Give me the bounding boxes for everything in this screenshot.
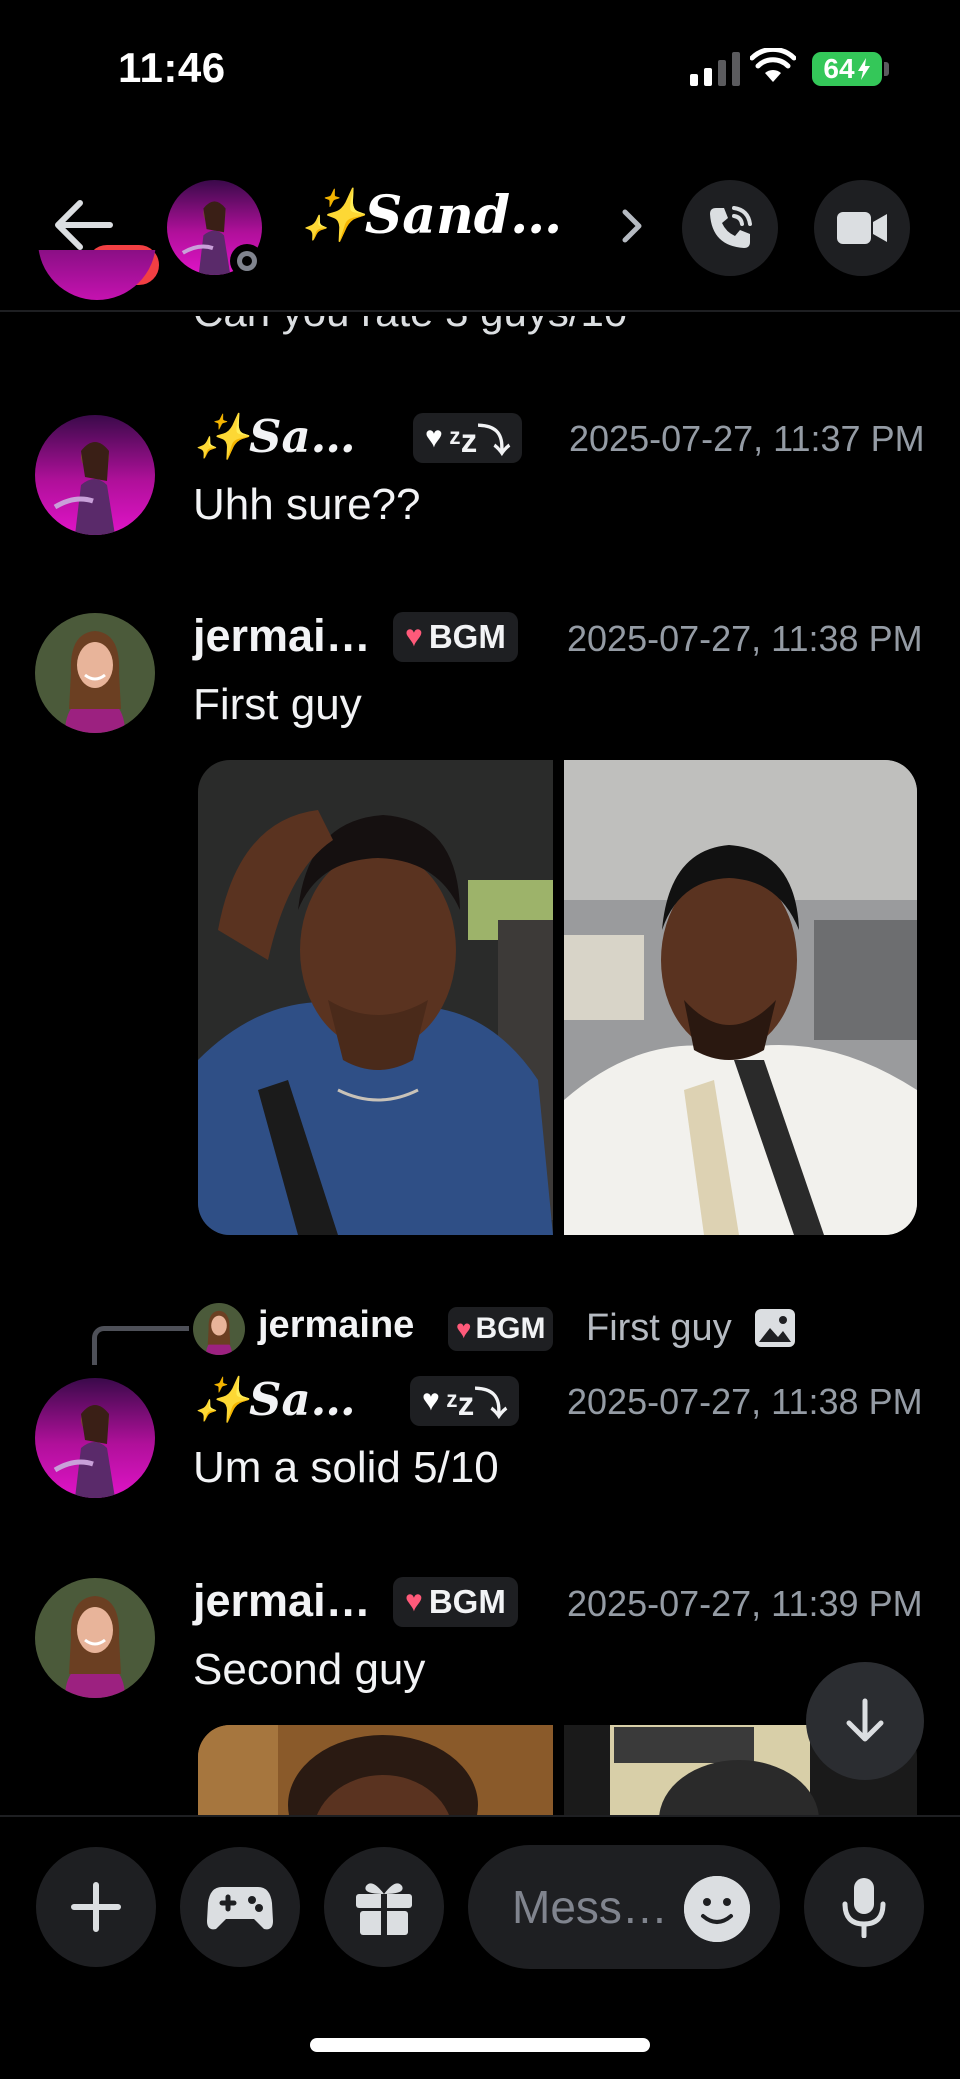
message-text: Second guy	[193, 1645, 426, 1694]
avatar-sandy[interactable]	[35, 1378, 155, 1498]
activities-button[interactable]	[180, 1847, 300, 1967]
wifi-icon	[750, 48, 796, 82]
channel-name[interactable]: ✨𝑺𝒂𝒏𝒅…	[300, 185, 562, 246]
reply-preview-text[interactable]: First guy	[586, 1307, 732, 1350]
chevron-right-icon[interactable]	[620, 206, 644, 246]
smiley-icon	[684, 1876, 750, 1942]
avatar-art	[35, 415, 155, 535]
heart-icon: ♥	[405, 620, 423, 653]
phone-icon	[710, 206, 752, 248]
avatar-sandy[interactable]	[35, 415, 155, 535]
avatar-art	[35, 1578, 155, 1698]
avatar-art	[193, 1303, 245, 1355]
avatar-jermaine[interactable]	[35, 1578, 155, 1698]
status-idle-indicator	[230, 244, 264, 278]
arrow-down-icon	[846, 1698, 884, 1742]
video-call-button[interactable]	[814, 180, 910, 276]
message-text: Uhh sure??	[193, 480, 421, 529]
username[interactable]: jermai…	[193, 610, 371, 662]
user-tag[interactable]: ♥ BGM	[393, 612, 518, 662]
user-tag[interactable]: ♥ BGM	[393, 1577, 518, 1627]
add-attachment-button[interactable]	[36, 1847, 156, 1967]
heart-icon: ♥	[405, 1585, 423, 1618]
camera-icon	[837, 212, 887, 244]
signal-icon	[690, 52, 740, 86]
battery-nub	[884, 62, 889, 76]
voice-message-button[interactable]	[804, 1847, 924, 1967]
avatar-art	[35, 613, 155, 733]
user-tag-text: BGM	[428, 1583, 506, 1620]
timestamp: 2025-07-27, 11:38 PM	[567, 618, 923, 659]
reply-user-tag-text: BGM	[475, 1312, 546, 1345]
username[interactable]: ✨𝑺𝒂…	[193, 410, 356, 463]
attachment-image[interactable]	[198, 760, 553, 1235]
composer-divider	[0, 1815, 960, 1817]
message-text-partial: Can you rate 3 guys/10	[193, 288, 628, 335]
status-time: 11:46	[118, 44, 226, 91]
user-tag[interactable]: ♥ ᶻz⤵	[413, 413, 523, 463]
photo-man-blue-shirt	[198, 760, 553, 1235]
reply-connector	[92, 1326, 189, 1365]
avatar-jermaine[interactable]	[35, 613, 155, 733]
photo-man-white-shirt	[564, 760, 917, 1235]
username[interactable]: jermai…	[193, 1575, 371, 1627]
gift-button[interactable]	[324, 1847, 444, 1967]
image-icon	[755, 1309, 795, 1347]
timestamp: 2025-07-27, 11:39 PM	[567, 1583, 923, 1624]
user-tag-text: ᶻz⤵	[445, 1385, 508, 1422]
home-indicator	[310, 2038, 650, 2052]
battery-level: 64	[823, 53, 855, 84]
photo-man-locs	[198, 1725, 553, 1815]
charging-bolt-icon	[857, 58, 870, 80]
message-text: First guy	[193, 680, 362, 729]
user-tag-text: ᶻz⤵	[448, 422, 511, 459]
reply-user-tag: ♥ BGM	[448, 1307, 554, 1351]
jump-to-bottom-button[interactable]	[806, 1662, 924, 1780]
username[interactable]: ✨𝑺𝒂…	[193, 1373, 356, 1426]
emoji-button[interactable]	[684, 1876, 750, 1942]
user-tag-text: BGM	[428, 618, 506, 655]
reply-avatar	[193, 1303, 245, 1355]
heart-icon: ♥	[456, 1313, 472, 1344]
white-heart-icon: ♥	[422, 1384, 440, 1417]
attachment-image[interactable]	[198, 1725, 553, 1815]
message-input-placeholder: Mess…	[512, 1881, 668, 1933]
timestamp: 2025-07-27, 11:37 PM	[569, 418, 925, 459]
reply-username[interactable]: jermaine	[258, 1304, 414, 1347]
gamepad-icon	[207, 1887, 273, 1930]
avatar-art	[35, 1378, 155, 1498]
white-heart-icon: ♥	[425, 421, 443, 454]
microphone-icon	[842, 1878, 886, 1938]
attachment-image[interactable]	[564, 760, 917, 1235]
plus-icon	[71, 1882, 121, 1932]
message-text: Um a solid 5/10	[193, 1443, 499, 1492]
avatar-partial[interactable]	[38, 250, 156, 325]
voice-call-button[interactable]	[682, 180, 778, 276]
gift-icon	[356, 1883, 412, 1935]
user-tag[interactable]: ♥ ᶻz⤵	[410, 1376, 520, 1426]
timestamp: 2025-07-27, 11:38 PM	[567, 1381, 923, 1422]
battery-indicator: 64	[812, 52, 882, 86]
